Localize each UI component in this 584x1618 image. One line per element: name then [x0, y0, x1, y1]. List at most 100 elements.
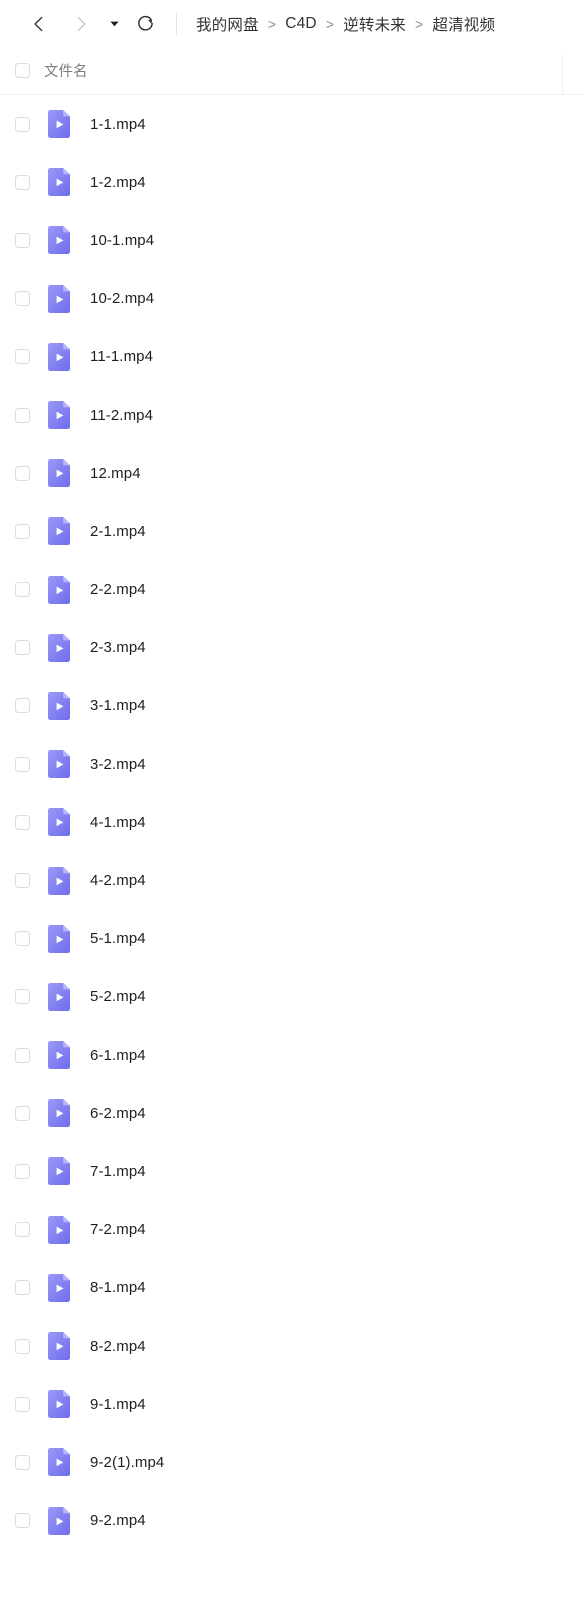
- row-checkbox[interactable]: [0, 465, 44, 481]
- table-row[interactable]: 6-1.mp4: [0, 1026, 584, 1085]
- row-checkbox[interactable]: [0, 1222, 44, 1238]
- row-checkbox[interactable]: [0, 756, 44, 772]
- file-icon-cell: [46, 284, 74, 313]
- table-row[interactable]: 2-1.mp4: [0, 502, 584, 561]
- file-icon-cell: [46, 691, 74, 720]
- video-file-icon: [48, 575, 70, 604]
- forward-button[interactable]: [68, 11, 94, 37]
- row-checkbox[interactable]: [0, 989, 44, 1005]
- history-dropdown-button[interactable]: [106, 11, 122, 37]
- table-row[interactable]: 3-2.mp4: [0, 735, 584, 794]
- row-checkbox[interactable]: [0, 931, 44, 947]
- row-checkbox[interactable]: [0, 116, 44, 132]
- toolbar-divider: [176, 12, 177, 35]
- video-file-icon: [48, 1041, 70, 1070]
- video-file-icon: [48, 168, 70, 197]
- checkbox-box: [14, 1163, 30, 1179]
- table-row[interactable]: 7-2.mp4: [0, 1200, 584, 1259]
- file-icon-cell: [46, 1506, 74, 1535]
- video-file-icon: [48, 1157, 70, 1186]
- row-checkbox[interactable]: [0, 814, 44, 830]
- table-row[interactable]: 12.mp4: [0, 444, 584, 503]
- checkbox-box: [14, 174, 30, 190]
- video-file-icon: [48, 1506, 70, 1535]
- table-row[interactable]: 9-2.mp4: [0, 1491, 584, 1550]
- table-row[interactable]: 8-1.mp4: [0, 1258, 584, 1317]
- file-icon-cell: [46, 168, 74, 197]
- table-row[interactable]: 4-1.mp4: [0, 793, 584, 852]
- table-row[interactable]: 3-1.mp4: [0, 676, 584, 736]
- row-checkbox[interactable]: [0, 640, 44, 656]
- file-icon-cell: [46, 575, 74, 604]
- file-name-label: 1-2.mp4: [90, 173, 146, 191]
- breadcrumb-separator: >: [415, 15, 424, 32]
- file-icon-cell: [46, 459, 74, 488]
- table-row[interactable]: 11-2.mp4: [0, 385, 584, 445]
- video-file-icon: [48, 1390, 70, 1419]
- file-icon-cell: [46, 750, 74, 779]
- checkbox-box: [14, 756, 30, 772]
- row-checkbox[interactable]: [0, 873, 44, 889]
- breadcrumb-item-2[interactable]: 逆转未来: [343, 13, 406, 35]
- table-row[interactable]: 5-1.mp4: [0, 909, 584, 968]
- file-name-label: 2-1.mp4: [90, 522, 146, 540]
- checkbox-box: [14, 1280, 30, 1296]
- table-row[interactable]: 4-2.mp4: [0, 851, 584, 910]
- row-checkbox[interactable]: [0, 523, 44, 539]
- breadcrumb-item-1[interactable]: C4D: [285, 15, 317, 33]
- table-row[interactable]: 10-1.mp4: [0, 211, 584, 270]
- table-row[interactable]: 11-1.mp4: [0, 327, 584, 386]
- checkbox-box: [14, 349, 30, 365]
- row-checkbox[interactable]: [0, 349, 44, 365]
- table-row[interactable]: 6-2.mp4: [0, 1084, 584, 1143]
- file-icon-cell: [46, 1448, 74, 1477]
- row-checkbox[interactable]: [0, 1105, 44, 1121]
- file-name-label: 2-3.mp4: [90, 639, 146, 657]
- row-checkbox[interactable]: [0, 232, 44, 248]
- row-checkbox[interactable]: [0, 407, 44, 423]
- table-row[interactable]: 2-2.mp4: [0, 560, 584, 619]
- file-icon-cell: [46, 517, 74, 546]
- checkbox-box: [14, 407, 30, 423]
- table-row[interactable]: 7-1.mp4: [0, 1142, 584, 1201]
- video-file-icon: [48, 110, 70, 139]
- table-row[interactable]: 1-2.mp4: [0, 153, 584, 212]
- table-row[interactable]: 10-2.mp4: [0, 269, 584, 328]
- table-row[interactable]: 9-1.mp4: [0, 1375, 584, 1434]
- row-checkbox[interactable]: [0, 1047, 44, 1063]
- row-checkbox[interactable]: [0, 1454, 44, 1470]
- row-checkbox[interactable]: [0, 582, 44, 598]
- table-row[interactable]: 2-3.mp4: [0, 618, 584, 677]
- column-header-filename[interactable]: 文件名: [44, 60, 88, 81]
- breadcrumb-item-0[interactable]: 我的网盘: [196, 13, 259, 35]
- row-checkbox[interactable]: [0, 698, 44, 714]
- file-icon-cell: [46, 1215, 74, 1244]
- checkbox-box: [14, 523, 30, 539]
- row-checkbox[interactable]: [0, 1513, 44, 1529]
- refresh-button[interactable]: [133, 11, 157, 37]
- back-button[interactable]: [26, 11, 52, 37]
- row-checkbox[interactable]: [0, 1338, 44, 1354]
- video-file-icon: [48, 342, 70, 371]
- table-row[interactable]: 1-1.mp4: [0, 95, 584, 154]
- table-row[interactable]: 9-2(1).mp4: [0, 1433, 584, 1492]
- row-checkbox[interactable]: [0, 1163, 44, 1179]
- video-file-icon: [48, 1215, 70, 1244]
- file-name-label: 1-1.mp4: [90, 115, 146, 133]
- file-name-label: 3-2.mp4: [90, 755, 146, 773]
- table-row[interactable]: 8-2.mp4: [0, 1316, 584, 1376]
- row-checkbox[interactable]: [0, 1280, 44, 1296]
- checkbox-box: [14, 1105, 30, 1121]
- breadcrumb-item-3[interactable]: 超清视频: [432, 13, 495, 35]
- refresh-icon: [137, 15, 153, 31]
- chevron-left-icon: [34, 16, 43, 31]
- checkbox-box: [14, 931, 30, 947]
- row-checkbox[interactable]: [0, 174, 44, 190]
- row-checkbox[interactable]: [0, 1396, 44, 1412]
- checkbox-box: [14, 1396, 30, 1412]
- file-name-label: 9-2(1).mp4: [90, 1453, 165, 1471]
- table-row[interactable]: 5-2.mp4: [0, 967, 584, 1026]
- file-name-label: 9-1.mp4: [90, 1395, 146, 1413]
- select-all-checkbox[interactable]: [0, 63, 44, 78]
- row-checkbox[interactable]: [0, 291, 44, 307]
